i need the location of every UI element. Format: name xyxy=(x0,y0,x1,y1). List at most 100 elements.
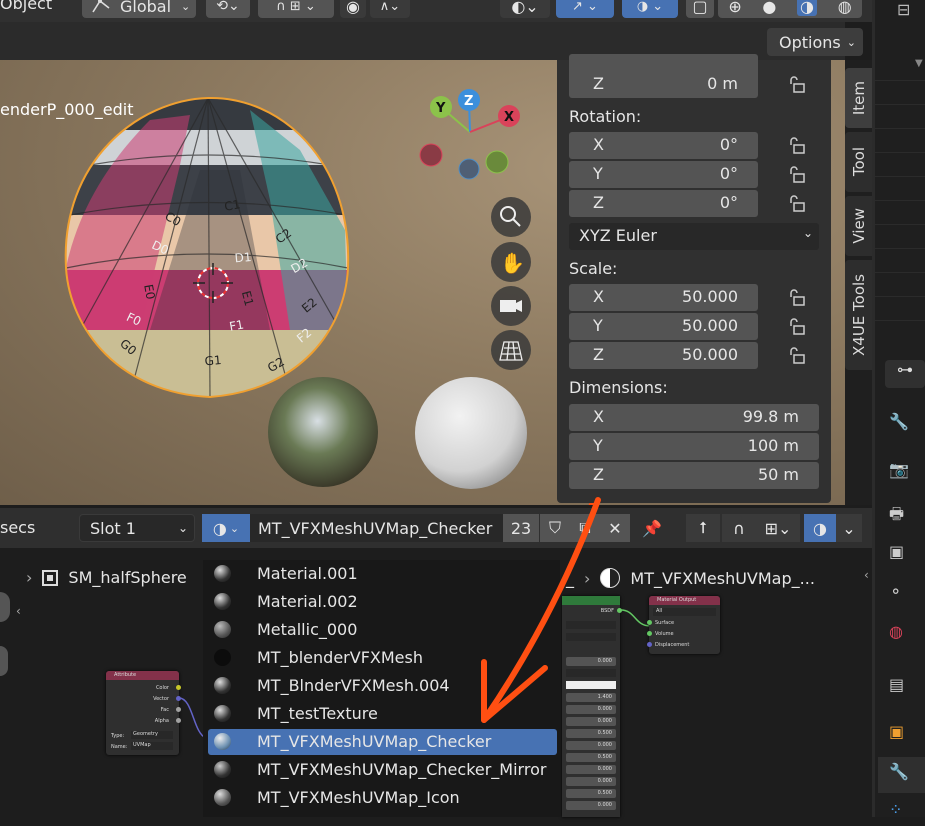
attribute-node[interactable]: Attribute Color Vector Fac Alpha Type: G… xyxy=(106,671,181,755)
material-shading-icon[interactable]: ◑ xyxy=(797,0,818,16)
rotation-mode-dropdown[interactable]: XYZ Euler ⌄ xyxy=(569,223,819,250)
viewport-nav-buttons[interactable]: ✋ xyxy=(491,197,531,370)
scale-z-field[interactable]: Z 50.000 xyxy=(569,342,758,369)
lock-icon[interactable] xyxy=(787,136,807,156)
lock-icon[interactable] xyxy=(787,75,807,95)
node-color-field[interactable] xyxy=(566,681,616,689)
collection-icon[interactable]: ▤ xyxy=(889,675,915,701)
node-value-field[interactable]: 0.000 xyxy=(566,741,616,750)
principled-bsdf-node[interactable]: BSDF 0.000 1.400 0.000 0.000 0.500 0.000… xyxy=(562,596,622,817)
solid-shading-icon[interactable]: ● xyxy=(762,0,776,16)
tab-x4ue-tools[interactable]: X4UE Tools xyxy=(845,260,872,370)
navigation-gizmo[interactable]: Y Z X xyxy=(419,89,520,180)
pin-icon[interactable]: 📌 xyxy=(637,514,667,542)
list-item[interactable]: MT_blenderVFXMesh xyxy=(208,645,557,671)
lock-icon[interactable] xyxy=(787,346,807,366)
rotation-x-field[interactable]: X 0° xyxy=(569,132,758,159)
rotation-z-field[interactable]: Z 0° xyxy=(569,190,758,217)
node-value-field[interactable]: 0.000 xyxy=(566,777,616,786)
socket[interactable] xyxy=(176,685,181,690)
pivot-point-dropdown[interactable]: ⟲⌄ xyxy=(206,0,250,18)
chevron-left-icon[interactable]: ‹ xyxy=(16,604,21,618)
snap-increment-icon[interactable]: ⊞⌄ xyxy=(756,514,800,542)
node-value-field[interactable]: 0.000 xyxy=(566,657,616,666)
visibility-dropdown[interactable]: ◐⌄ xyxy=(500,0,550,18)
location-z-field[interactable]: Z 0 m xyxy=(569,71,758,98)
lock-icon[interactable] xyxy=(787,288,807,308)
node-value-field[interactable]: 0.000 xyxy=(566,705,616,714)
socket[interactable] xyxy=(647,620,652,625)
node-value-field[interactable]: 0.000 xyxy=(566,717,616,726)
lock-icon[interactable] xyxy=(787,317,807,337)
modifier-wrench-icon[interactable]: 🔧 xyxy=(889,762,915,788)
overlay-toggle[interactable]: ◑ ⌄ xyxy=(622,0,678,18)
node-value-field[interactable]: 0.000 xyxy=(566,801,616,810)
snap-magnet-icon[interactable]: ∩ xyxy=(722,514,756,542)
transform-orientation-dropdown[interactable]: Global ⌄ xyxy=(82,0,196,18)
output-icon[interactable]: 🖶 xyxy=(889,503,915,529)
chevron-left-icon[interactable]: ‹ xyxy=(864,568,869,582)
rotation-y-field[interactable]: Y 0° xyxy=(569,161,758,188)
options-dropdown[interactable]: Options ⌄ xyxy=(767,28,863,56)
browse-material-button[interactable]: ◑ ⌄ xyxy=(202,514,250,542)
tab-item[interactable]: Item xyxy=(845,68,872,128)
particles-icon[interactable]: ⁘ xyxy=(889,800,915,826)
list-item[interactable]: Material.002 xyxy=(208,589,557,615)
toggle-icon[interactable]: ⊶ xyxy=(885,360,925,388)
scroll-down-icon[interactable]: ▼ xyxy=(915,58,923,69)
editor-type-icon[interactable]: ⊟ xyxy=(897,0,910,19)
fake-user-shield-icon[interactable]: ⛉ xyxy=(540,514,570,542)
socket[interactable] xyxy=(647,642,652,647)
node-dropdown[interactable] xyxy=(566,669,616,677)
scale-y-field[interactable]: Y 50.000 xyxy=(569,313,758,340)
chevron-down-icon[interactable]: ⌄ xyxy=(836,514,862,542)
shading-mode-buttons[interactable]: ⊕ ● ◑ ◍ xyxy=(718,0,862,18)
list-item[interactable]: MT_testTexture xyxy=(208,701,557,727)
rendered-shading-icon[interactable]: ◍ xyxy=(838,0,852,16)
mode-label[interactable]: Object xyxy=(0,0,52,13)
scale-x-field[interactable]: X 50.000 xyxy=(569,284,758,311)
overlay-toggle-icon[interactable]: ◑ xyxy=(804,514,836,542)
user-count-badge[interactable]: 23 xyxy=(503,514,539,542)
tab-view[interactable]: View xyxy=(845,196,872,256)
new-material-copy-icon[interactable]: ⧉ xyxy=(570,514,600,542)
node-value-field[interactable]: 1.400 xyxy=(566,693,616,702)
scene-icon[interactable]: ⚬ xyxy=(889,582,915,608)
node-type-dropdown[interactable]: Geometry xyxy=(131,731,173,739)
node-value-field[interactable]: 0.500 xyxy=(566,729,616,738)
lock-icon[interactable] xyxy=(787,194,807,214)
proportional-edit-toggle[interactable]: ◉ xyxy=(340,0,366,18)
object-icon[interactable]: ▣ xyxy=(889,722,915,748)
parent-node-tree-icon[interactable]: ⭡ xyxy=(686,514,720,542)
dimensions-z-field[interactable]: Z 50 m xyxy=(569,462,819,489)
list-item[interactable]: Metallic_000 xyxy=(208,617,557,643)
node-dropdown[interactable] xyxy=(566,621,616,629)
unlink-x-icon[interactable]: ✕ xyxy=(600,514,630,542)
dimensions-y-field[interactable]: Y 100 m xyxy=(569,433,819,460)
node-name-field[interactable]: UVMap xyxy=(131,742,173,750)
node-target-dropdown[interactable]: All xyxy=(653,608,716,616)
view-layer-icon[interactable]: ▣ xyxy=(889,542,915,568)
node-value-field[interactable]: 0.500 xyxy=(566,753,616,762)
node-value-field[interactable]: 0.500 xyxy=(566,789,616,798)
node-dropdown[interactable] xyxy=(566,633,616,641)
tab-tool[interactable]: Tool xyxy=(845,132,872,192)
render-icon[interactable]: 📷 xyxy=(889,460,915,486)
socket[interactable] xyxy=(647,631,652,636)
lock-icon[interactable] xyxy=(787,165,807,185)
dimensions-x-field[interactable]: X 99.8 m xyxy=(569,404,819,431)
tool-icon[interactable]: 🔧 xyxy=(889,412,915,438)
toolbar-handle[interactable] xyxy=(0,646,8,676)
material-slot-dropdown[interactable]: Slot 1 ⌄ xyxy=(79,514,195,542)
list-item[interactable]: MT_VFXMeshUVMap_Checker_Mirror xyxy=(208,757,557,783)
wireframe-shading-icon[interactable]: ⊕ xyxy=(728,0,741,16)
xray-toggle[interactable]: ▢ xyxy=(686,0,714,18)
snap-toggle[interactable]: ∩ ⊞ ⌄ xyxy=(258,0,334,18)
list-item[interactable]: MT_VFXMeshUVMap_Icon xyxy=(208,785,557,811)
toolbar-handle[interactable] xyxy=(0,592,10,622)
node-value-field[interactable]: 0.000 xyxy=(566,765,616,774)
material-output-node[interactable]: Material Output All Surface Volume Displ… xyxy=(647,596,720,654)
list-item[interactable]: MT_BlnderVFXMesh.004 xyxy=(208,673,557,699)
material-name-field[interactable]: MT_VFXMeshUVMap_Checker xyxy=(250,514,504,542)
list-item-selected[interactable]: MT_VFXMeshUVMap_Checker xyxy=(208,729,557,755)
